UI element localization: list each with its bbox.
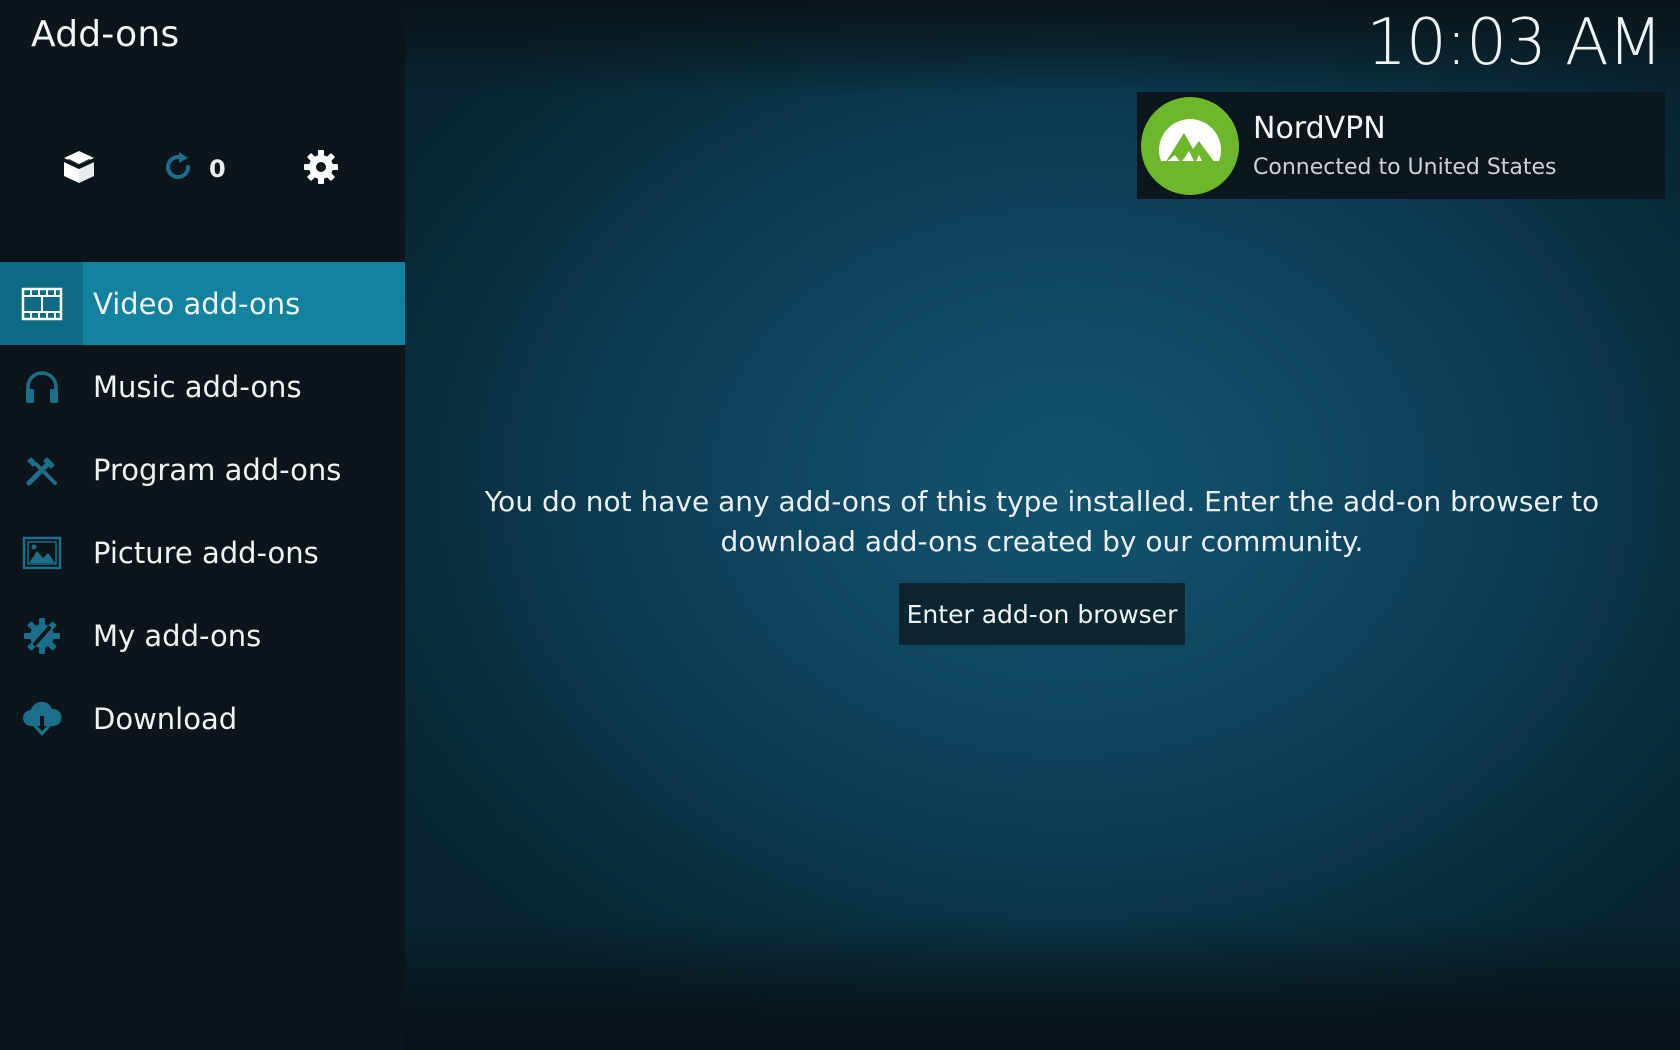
sidebar-item-picture-addons[interactable]: Picture add-ons [0, 511, 405, 594]
updates-button[interactable]: 0 [161, 148, 246, 190]
empty-state-message: You do not have any add-ons of this type… [484, 485, 1600, 558]
enter-addon-browser-button[interactable]: Enter add-on browser [899, 583, 1185, 645]
updates-count: 0 [209, 155, 226, 183]
sidebar-item-label: My add-ons [93, 618, 262, 653]
sidebar-item-download[interactable]: Download [0, 677, 405, 760]
clock: 10:03 AM [1366, 6, 1663, 80]
headphones-icon [0, 345, 83, 428]
sidebar-item-label: Video add-ons [93, 286, 301, 321]
picture-icon [0, 511, 83, 594]
notification-title: NordVPN [1253, 110, 1386, 146]
settings-button[interactable] [302, 148, 344, 190]
film-strip-icon [0, 262, 83, 345]
sidebar-item-video-addons[interactable]: Video add-ons [0, 262, 405, 345]
sidebar-item-program-addons[interactable]: Program add-ons [0, 428, 405, 511]
addon-browser-button[interactable] [60, 148, 102, 190]
sidebar-item-label: Picture add-ons [93, 535, 319, 570]
page-title: Add-ons [31, 14, 180, 55]
cloud-download-icon [0, 677, 83, 760]
sidebar-item-music-addons[interactable]: Music add-ons [0, 345, 405, 428]
nordvpn-logo-icon [1141, 96, 1239, 195]
notification-toast: NordVPN Connected to United States [1137, 92, 1665, 199]
gear-icon [302, 148, 340, 190]
sidebar-item-my-addons[interactable]: My add-ons [0, 594, 405, 677]
sidebar-menu: Video add-ons Music add-ons Program add-… [0, 262, 405, 760]
sidebar-item-label: Program add-ons [93, 452, 342, 487]
sidebar: Add-ons 0 Video add-ons Music add-ons Pr… [0, 0, 405, 1050]
sidebar-item-label: Download [93, 701, 238, 736]
refresh-icon [161, 150, 195, 188]
sidebar-item-label: Music add-ons [93, 369, 302, 404]
notification-text: NordVPN Connected to United States [1253, 111, 1557, 181]
notification-subtitle: Connected to United States [1253, 154, 1557, 180]
open-box-icon [60, 148, 98, 190]
kodi-addons-window: Add-ons 0 Video add-ons Music add-ons Pr… [0, 0, 1680, 1050]
gear-wrench-icon [0, 594, 83, 677]
tools-icon [0, 428, 83, 511]
